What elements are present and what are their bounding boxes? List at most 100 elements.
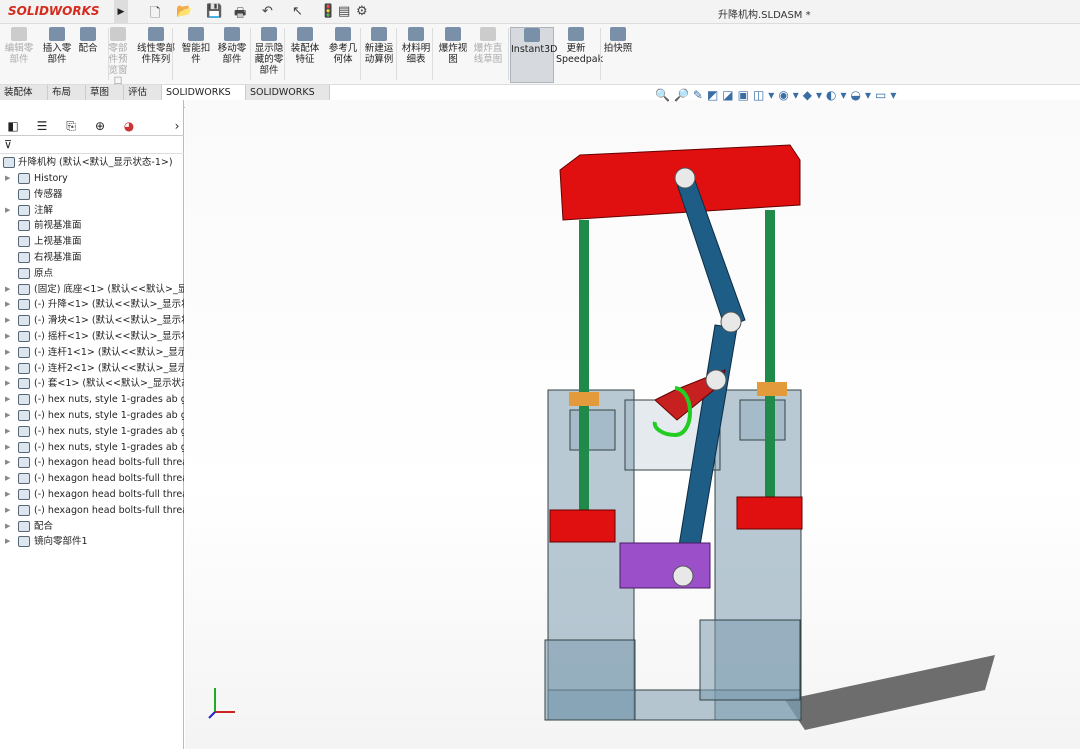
feature-tree-tab-icon[interactable]: ◧ [4, 118, 22, 134]
tree-item[interactable]: 原点 [0, 266, 184, 281]
assembly-model[interactable] [185, 100, 1080, 749]
panel-more-arrow-icon[interactable]: › [168, 118, 186, 134]
expand-arrow-icon[interactable]: ▶ [5, 534, 10, 549]
expand-arrow-icon[interactable]: ▶ [5, 282, 10, 297]
configuration-tab-icon[interactable]: ⎘ [62, 118, 80, 134]
tree-item-label: (-) hexagon head bolts-full thread g [34, 504, 184, 516]
tree-item[interactable]: ▶ (-) hex nuts, style 1-grades ab gb< [0, 408, 184, 423]
tree-item[interactable]: ▶ (-) hex nuts, style 1-grades ab gb< [0, 392, 184, 407]
tree-item-icon [18, 315, 30, 327]
ribbon-button-1[interactable]: 插入零部件 [40, 27, 74, 65]
ribbon-button-11[interactable]: 材料明细表 [400, 27, 432, 65]
menu-expand-arrow[interactable]: ▶ [114, 0, 128, 24]
expand-arrow-icon[interactable]: ▶ [5, 471, 10, 486]
tree-item[interactable]: ▶ (-) hexagon head bolts-full thread g [0, 503, 184, 518]
tab-2[interactable]: 草图 [86, 85, 124, 100]
file-properties-icon[interactable]: ▤ [338, 4, 350, 19]
tree-item[interactable]: ▶ (-) 滑块<1> (默认<<默认>_显示状态 [0, 313, 184, 328]
open-icon[interactable]: 📂 [176, 4, 192, 19]
tree-item-icon [18, 394, 30, 406]
ribbon-button-8[interactable]: 装配体特征 [288, 27, 322, 65]
rebuild-icon[interactable]: 🚦 [320, 4, 336, 19]
tree-item[interactable]: ▶ (-) 升降<1> (默认<<默认>_显示状态 [0, 297, 184, 312]
tree-item-icon [18, 536, 30, 548]
tree-item[interactable]: ▶ (-) 连杆1<1> (默认<<默认>_显示状态 [0, 345, 184, 360]
ribbon-separator [172, 28, 173, 80]
tree-item[interactable]: ▶ History [0, 171, 184, 186]
tree-item[interactable]: ▶ (固定) 底座<1> (默认<<默认>_显示状态 [0, 282, 184, 297]
expand-arrow-icon[interactable]: ▶ [5, 313, 10, 328]
expand-arrow-icon[interactable]: ▶ [5, 408, 10, 423]
ribbon-button-2[interactable]: 配合 [76, 27, 100, 54]
tree-item[interactable]: 右视基准面 [0, 250, 184, 265]
tree-item[interactable]: ▶ (-) hexagon head bolts-full thread g [0, 455, 184, 470]
expand-arrow-icon[interactable]: ▶ [5, 361, 10, 376]
left-bushing [569, 392, 599, 406]
filter-icon[interactable]: ⊽ [0, 138, 184, 154]
ribbon-button-15[interactable]: 更新Speedpak [556, 27, 603, 65]
tree-item[interactable]: ▶ (-) hexagon head bolts-full thread g [0, 471, 184, 486]
select-icon[interactable]: ↖ [292, 4, 303, 19]
save-icon[interactable]: 💾 [206, 4, 222, 19]
tree-item-label: 配合 [34, 520, 54, 532]
expand-arrow-icon[interactable]: ▶ [5, 203, 10, 218]
heads-up-view-toolbar[interactable]: 🔍🔎✎◩◪▣◫▾◉▾◆▾◐▾◒▾▭▾ [655, 88, 900, 102]
ribbon-button-9[interactable]: 参考几何体 [326, 27, 360, 65]
tree-item[interactable]: 前视基准面 [0, 218, 184, 233]
ribbon-button-12[interactable]: 爆炸视图 [437, 27, 469, 65]
expand-arrow-icon[interactable]: ▶ [5, 519, 10, 534]
expand-arrow-icon[interactable]: ▶ [5, 329, 10, 344]
ribbon-button-10[interactable]: 新建运动算例 [362, 27, 396, 65]
tree-item[interactable]: ▶ (-) hex nuts, style 1-grades ab gb< [0, 440, 184, 455]
expand-arrow-icon[interactable]: ▶ [5, 487, 10, 502]
tree-item[interactable]: ▶ (-) hex nuts, style 1-grades ab gb< [0, 424, 184, 439]
tree-item[interactable]: ▶ 注解 [0, 203, 184, 218]
ribbon-button-label: 装配体特征 [290, 43, 320, 65]
dimxpert-tab-icon[interactable]: ⊕ [91, 118, 109, 134]
expand-arrow-icon[interactable]: ▶ [5, 503, 10, 518]
tab-5[interactable]: SOLIDWORKS MBD [246, 85, 330, 113]
ribbon-button-4[interactable]: 线性零部件阵列 [136, 27, 176, 65]
new-icon[interactable]: 🗋 [150, 4, 160, 26]
ribbon-button-16[interactable]: 拍快照 [602, 27, 634, 54]
tree-item[interactable]: 上视基准面 [0, 234, 184, 249]
expand-arrow-icon[interactable]: ▶ [5, 297, 10, 312]
tree-item[interactable]: ▶ (-) 套<1> (默认<<默认>_显示状态 1 [0, 376, 184, 391]
property-manager-tab-icon[interactable]: ☰ [33, 118, 51, 134]
tree-item-icon [18, 236, 30, 248]
tree-item[interactable]: ▶ 镜向零部件1 [0, 534, 184, 549]
ribbon-button-0[interactable]: 编辑零部件 [4, 27, 34, 65]
tree-item-label: 原点 [34, 267, 54, 279]
expand-arrow-icon[interactable]: ▶ [5, 392, 10, 407]
expand-arrow-icon[interactable]: ▶ [5, 376, 10, 391]
expand-arrow-icon[interactable]: ▶ [5, 424, 10, 439]
print-icon[interactable]: 🖶 [234, 4, 246, 26]
tree-item[interactable]: ▶ (-) 摇杆<1> (默认<<默认>_显示状态 [0, 329, 184, 344]
tree-item[interactable]: ▶ 配合 [0, 519, 184, 534]
command-manager: 编辑零部件 插入零部件 配合 零部件预览窗口 线性零部件阵列 智能扣件 移动零部件 显示隐藏的… [0, 24, 1080, 87]
tree-item-icon [18, 378, 30, 390]
tree-item[interactable]: ▶ (-) hexagon head bolts-full thread g [0, 487, 184, 502]
ribbon-button-5[interactable]: 智能扣件 [180, 27, 212, 65]
tab-1[interactable]: 布局 [48, 85, 86, 100]
ribbon-button-icon [80, 27, 96, 41]
tab-4[interactable]: SOLIDWORKS 插件 [162, 85, 246, 113]
tab-3[interactable]: 评估 [124, 85, 162, 100]
assembly-icon [3, 157, 15, 168]
display-manager-tab-icon[interactable]: ◕ [120, 118, 138, 134]
expand-arrow-icon[interactable]: ▶ [5, 171, 10, 186]
expand-arrow-icon[interactable]: ▶ [5, 455, 10, 470]
expand-arrow-icon[interactable]: ▶ [5, 440, 10, 455]
ribbon-button-7[interactable]: 显示隐藏的零部件 [254, 27, 284, 76]
undo-icon[interactable]: ↶ [262, 4, 273, 19]
tab-0[interactable]: 装配体 [0, 85, 48, 100]
expand-arrow-icon[interactable]: ▶ [5, 345, 10, 360]
tree-item[interactable]: 传感器 [0, 187, 184, 202]
ribbon-button-14[interactable]: Instant3D [510, 27, 557, 83]
tree-item[interactable]: ▶ (-) 连杆2<1> (默认<<默认>_显示状态 [0, 361, 184, 376]
graphics-area[interactable] [185, 100, 1080, 749]
tree-root[interactable]: 升降机构 (默认<默认_显示状态-1>) [0, 155, 184, 170]
ribbon-button-13[interactable]: 爆炸直线草图 [472, 27, 504, 65]
options-icon[interactable]: ⚙ [356, 4, 368, 19]
ribbon-button-6[interactable]: 移动零部件 [214, 27, 250, 65]
